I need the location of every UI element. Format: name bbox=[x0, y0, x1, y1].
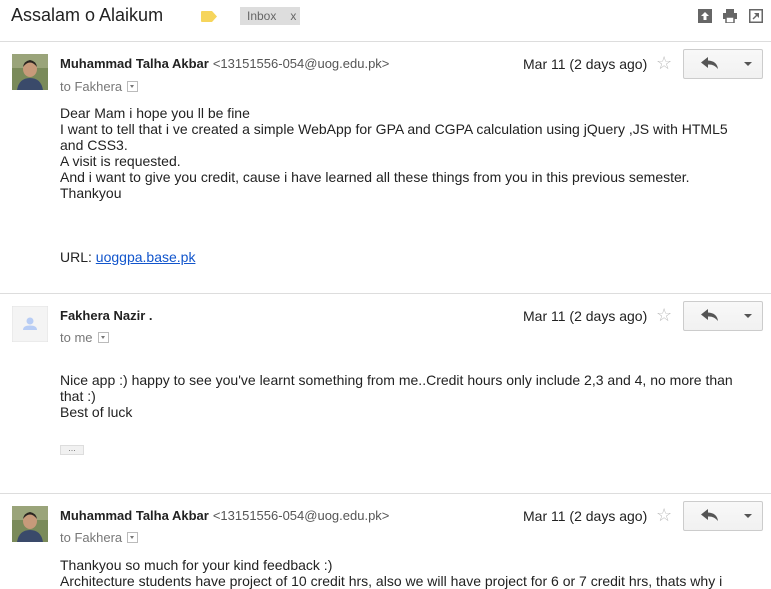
inbox-label-text: Inbox bbox=[247, 9, 277, 23]
reply-icon bbox=[701, 57, 718, 69]
divider bbox=[0, 493, 771, 494]
body-line: Architecture students have project of 10… bbox=[60, 573, 723, 589]
reply-button[interactable] bbox=[683, 49, 737, 79]
new-window-icon[interactable] bbox=[749, 9, 763, 23]
details-dropdown-icon[interactable] bbox=[127, 532, 139, 544]
remove-label-button[interactable]: x bbox=[290, 9, 296, 23]
recipient: to me bbox=[60, 330, 93, 345]
more-actions-button[interactable] bbox=[735, 49, 763, 79]
body-line: I want to tell that i ve created a simpl… bbox=[60, 121, 732, 153]
body-line: And i want to give you credit, cause i h… bbox=[60, 169, 690, 185]
body-line: Nice app :) happy to see you've learnt s… bbox=[60, 372, 737, 404]
divider bbox=[0, 293, 771, 294]
reply-button[interactable] bbox=[683, 501, 737, 531]
details-dropdown-icon[interactable] bbox=[127, 81, 139, 93]
divider bbox=[0, 41, 771, 42]
message-body: Dear Mam i hope you ll be fine I want to… bbox=[60, 105, 750, 265]
url-link[interactable]: uoggpa.base.pk bbox=[96, 249, 196, 265]
body-line: Best of luck bbox=[60, 404, 133, 420]
details-dropdown-icon[interactable] bbox=[97, 332, 109, 344]
show-trimmed-content-button[interactable]: ... bbox=[60, 444, 84, 455]
avatar[interactable] bbox=[12, 54, 48, 90]
message-date: Mar 11 (2 days ago) bbox=[523, 508, 648, 524]
body-line: Thankyou so much for your kind feedback … bbox=[60, 557, 333, 573]
body-line: Thankyou bbox=[60, 185, 122, 201]
email-subject: Assalam o Alaikum bbox=[11, 5, 164, 25]
sender[interactable]: Muhammad Talha Akbar <13151556-054@uog.ed… bbox=[60, 56, 389, 71]
tag-icon[interactable] bbox=[201, 11, 217, 22]
message-body: Thankyou so much for your kind feedback … bbox=[60, 557, 750, 589]
avatar[interactable] bbox=[12, 306, 48, 342]
more-actions-button[interactable] bbox=[735, 301, 763, 331]
inbox-label[interactable]: Inbox x bbox=[240, 7, 301, 25]
recipient-line: to Fakhera bbox=[60, 530, 139, 545]
star-icon[interactable]: ☆ bbox=[656, 505, 672, 526]
reply-icon bbox=[701, 509, 718, 521]
reply-icon bbox=[701, 309, 718, 321]
sender[interactable]: Fakhera Nazir . bbox=[60, 308, 153, 323]
body-line: Dear Mam i hope you ll be fine bbox=[60, 105, 250, 121]
message-body: Nice app :) happy to see you've learnt s… bbox=[60, 372, 750, 420]
sender-name: Muhammad Talha Akbar bbox=[60, 56, 209, 71]
sender[interactable]: Muhammad Talha Akbar <13151556-054@uog.ed… bbox=[60, 508, 389, 523]
star-icon[interactable]: ☆ bbox=[656, 305, 672, 326]
avatar[interactable] bbox=[12, 506, 48, 542]
recipient-line: to me bbox=[60, 330, 109, 345]
message-date: Mar 11 (2 days ago) bbox=[523, 308, 648, 324]
message-date: Mar 11 (2 days ago) bbox=[523, 56, 648, 72]
reply-button[interactable] bbox=[683, 301, 737, 331]
sender-name: Muhammad Talha Akbar bbox=[60, 508, 209, 523]
print-icon[interactable] bbox=[723, 9, 737, 23]
sender-email: <13151556-054@uog.edu.pk> bbox=[212, 508, 390, 523]
body-line: A visit is requested. bbox=[60, 153, 181, 169]
recipient: to Fakhera bbox=[60, 530, 123, 545]
recipient-line: to Fakhera bbox=[60, 79, 139, 94]
url-line: URL: uoggpa.base.pk bbox=[60, 249, 750, 265]
star-icon[interactable]: ☆ bbox=[656, 53, 672, 74]
recipient: to Fakhera bbox=[60, 79, 123, 94]
sender-name: Fakhera Nazir . bbox=[60, 308, 153, 323]
sender-email: <13151556-054@uog.edu.pk> bbox=[212, 56, 390, 71]
more-actions-button[interactable] bbox=[735, 501, 763, 531]
subject-bar: Assalam o Alaikum Inbox x bbox=[0, 0, 771, 34]
url-label: URL: bbox=[60, 249, 96, 265]
expand-all-icon[interactable] bbox=[698, 9, 712, 23]
